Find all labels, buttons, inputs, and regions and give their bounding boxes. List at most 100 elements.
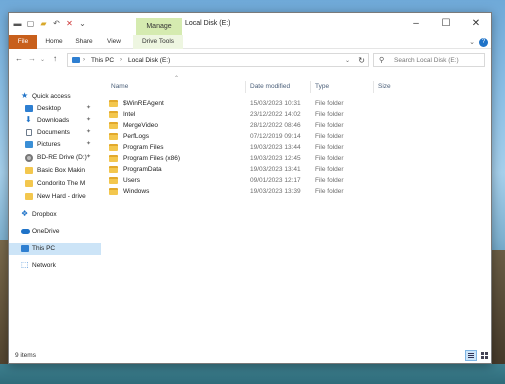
status-bar: 9 items (9, 349, 491, 363)
folder-icon (25, 193, 33, 200)
pin-icon: ✦ (86, 141, 92, 147)
breadcrumb-chevron[interactable]: › (120, 57, 122, 63)
desktop-icon (25, 105, 33, 112)
sidebar-item-label: New Hard - drive (37, 193, 86, 200)
sidebar-item-onedrive[interactable]: OneDrive (9, 226, 101, 238)
column-divider[interactable] (310, 81, 311, 93)
properties-icon[interactable]: ▢ (26, 19, 35, 28)
tab-drive-tools[interactable]: Drive Tools (133, 35, 183, 49)
quick-access-toolbar: ▬ ▢ ▰ ↶ ✕ ⌄ (13, 19, 87, 28)
file-list: ⌃ Name Date modified Type Size $WinREAge… (105, 71, 489, 351)
column-header-date[interactable]: Date modified (250, 83, 290, 90)
file-date: 19/03/2023 12:45 (250, 155, 301, 162)
sidebar-item-basic-box-making[interactable]: Basic Box Makin (9, 165, 101, 177)
column-header-name[interactable]: Name (111, 83, 128, 90)
sidebar-item-downloads[interactable]: ⬇ Downloads ✦ (9, 115, 101, 127)
column-divider[interactable] (373, 81, 374, 93)
download-icon: ⬇ (25, 115, 32, 124)
folder-icon (109, 155, 118, 162)
search-input[interactable]: ⚲ Search Local Disk (E:) (373, 53, 485, 67)
sidebar-item-this-pc[interactable]: This PC (9, 243, 101, 255)
forward-button[interactable]: → (28, 54, 36, 63)
help-icon[interactable]: ? (479, 38, 488, 47)
folder-icon (109, 100, 118, 107)
sidebar-item-label: Condorito The M (37, 180, 86, 187)
pin-icon: ✦ (86, 105, 92, 111)
manage-tab[interactable]: Manage (136, 18, 182, 35)
close-button[interactable]: ✕ (461, 13, 491, 35)
table-row[interactable]: Program Files 19/03/2023 13:44 File fold… (105, 142, 405, 153)
file-name: Program Files (x86) (123, 155, 181, 162)
computer-icon (21, 245, 29, 252)
search-icon: ⚲ (379, 57, 385, 64)
file-type: File folder (315, 122, 344, 129)
file-explorer-window: ▬ ▢ ▰ ↶ ✕ ⌄ Manage Local Disk (E:) – ☐ ✕… (8, 12, 492, 364)
sidebar-item-dropbox[interactable]: ❖ Dropbox (9, 209, 101, 221)
delete-icon[interactable]: ✕ (65, 19, 74, 28)
file-date: 07/12/2019 09:14 (250, 133, 301, 140)
sidebar-item-quick-access[interactable]: ★ Quick access (9, 91, 101, 103)
file-name: Program Files (123, 144, 164, 151)
tab-home[interactable]: Home (41, 35, 67, 49)
sidebar-item-network[interactable]: ⬚ Network (9, 260, 101, 272)
table-row[interactable]: Windows 19/03/2023 13:39 File folder (105, 186, 405, 197)
details-view-button[interactable] (465, 350, 477, 361)
window-menu-icon[interactable]: ▬ (13, 19, 22, 28)
undo-icon[interactable]: ↶ (52, 19, 61, 28)
file-date: 28/12/2022 08:46 (250, 122, 301, 129)
folder-icon (25, 167, 33, 174)
breadcrumb-chevron[interactable]: › (83, 57, 85, 63)
customize-qat-icon[interactable]: ⌄ (78, 19, 87, 28)
large-icons-view-button[interactable] (480, 351, 489, 360)
table-row[interactable]: $WinREAgent 15/03/2023 10:31 File folder (105, 98, 405, 109)
expand-ribbon-icon[interactable]: ⌄ (469, 38, 475, 46)
back-button[interactable]: ← (15, 54, 23, 63)
file-name: Windows (123, 188, 150, 195)
table-row[interactable]: Users 09/01/2023 12:17 File folder (105, 175, 405, 186)
sidebar-item-new-hard-drive[interactable]: New Hard - drive (9, 191, 101, 203)
column-divider[interactable] (245, 81, 246, 93)
maximize-button[interactable]: ☐ (431, 13, 461, 35)
tab-view[interactable]: View (102, 35, 126, 49)
sidebar-item-desktop[interactable]: Desktop ✦ (9, 103, 101, 115)
tab-file[interactable]: File (9, 35, 37, 49)
column-header-type[interactable]: Type (315, 83, 329, 90)
sidebar-item-documents[interactable]: Documents ✦ (9, 127, 101, 139)
file-type: File folder (315, 155, 344, 162)
ribbon-tabs: File Home Share View Drive Tools ⌄ ? (9, 35, 491, 49)
table-row[interactable]: Program Files (x86) 19/03/2023 12:45 Fil… (105, 153, 405, 164)
breadcrumb-local-disk[interactable]: Local Disk (E:) (128, 57, 170, 64)
table-row[interactable]: PerfLogs 07/12/2019 09:14 File folder (105, 131, 405, 142)
desktop-background-water (0, 364, 505, 384)
sidebar-item-pictures[interactable]: Pictures ✦ (9, 139, 101, 151)
up-button[interactable]: ↑ (53, 54, 57, 63)
file-name: Users (123, 177, 140, 184)
new-folder-icon[interactable]: ▰ (39, 19, 48, 28)
sort-ascending-icon: ⌃ (174, 76, 180, 82)
sidebar-item-bd-re-drive[interactable]: BD-RE Drive (D:) ✦ (9, 152, 101, 164)
table-row[interactable]: Intel 23/12/2022 14:02 File folder (105, 109, 405, 120)
sidebar-item-label: Pictures (37, 141, 61, 148)
pin-icon: ✦ (86, 129, 92, 135)
sidebar-item-label: Basic Box Makin (37, 167, 86, 174)
breadcrumb-this-pc[interactable]: This PC (91, 57, 114, 64)
navigation-row: ← → ⌄ ↑ › This PC › Local Disk (E:) ⌄ ↻ … (9, 49, 491, 71)
file-date: 19/03/2023 13:44 (250, 144, 301, 151)
network-icon: ⬚ (21, 260, 29, 269)
recent-locations-button[interactable]: ⌄ (40, 56, 45, 63)
file-name: PerfLogs (123, 133, 150, 140)
table-row[interactable]: ProgramData 19/03/2023 13:41 File folder (105, 164, 405, 175)
folder-icon (109, 122, 118, 129)
address-bar[interactable]: › This PC › Local Disk (E:) ⌄ ↻ (67, 53, 369, 67)
minimize-button[interactable]: – (401, 13, 431, 35)
folder-icon (109, 177, 118, 184)
tab-share[interactable]: Share (71, 35, 97, 49)
column-header-size[interactable]: Size (378, 83, 391, 90)
refresh-icon[interactable]: ↻ (358, 56, 365, 65)
computer-icon (72, 57, 80, 63)
folder-icon (109, 111, 118, 118)
address-history-icon[interactable]: ⌄ (345, 57, 350, 64)
sidebar-item-condorito[interactable]: Condorito The M (9, 178, 101, 190)
file-date: 15/03/2023 10:31 (250, 100, 301, 107)
table-row[interactable]: MergeVideo 28/12/2022 08:46 File folder (105, 120, 405, 131)
